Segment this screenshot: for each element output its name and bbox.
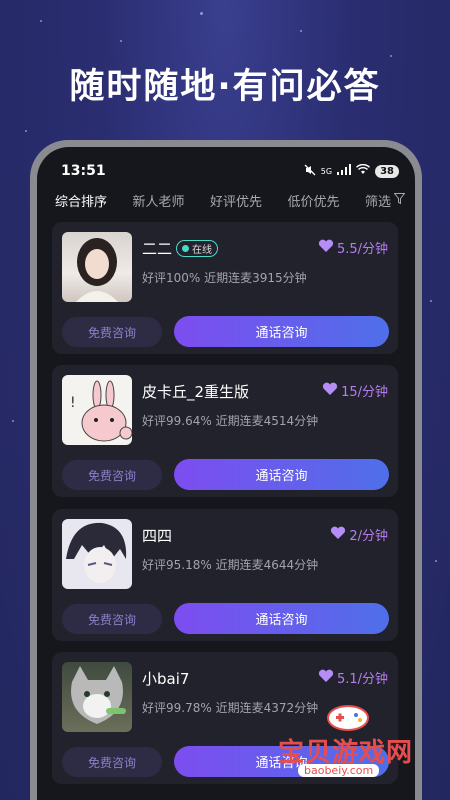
avatar[interactable]: [62, 662, 132, 732]
star-decoration: [200, 12, 203, 15]
gamepad-icon: [326, 702, 370, 736]
price-text: 15/分钟: [341, 385, 388, 400]
tab-top-rated[interactable]: 好评优先: [210, 191, 262, 210]
heart-icon: [322, 382, 338, 400]
star-decoration: [12, 420, 14, 422]
teacher-card[interactable]: 二二 在线 5.5/分钟 好评100% 近期连麦3915分钟 免费咨询 通话咨询: [52, 222, 398, 354]
wifi-icon: [356, 163, 371, 178]
status-time: 13:51: [61, 163, 106, 179]
filter-button[interactable]: 筛选: [364, 191, 406, 210]
call-consult-button[interactable]: 通话咨询: [174, 603, 389, 634]
online-badge: 在线: [176, 240, 219, 257]
price-text: 2/分钟: [349, 529, 388, 544]
price-text: 5.5/分钟: [336, 242, 388, 257]
call-consult-button[interactable]: 通话咨询: [174, 459, 389, 490]
free-consult-button[interactable]: 免费咨询: [62, 604, 162, 634]
free-consult-button[interactable]: 免费咨询: [62, 317, 162, 347]
heart-icon: [318, 669, 334, 687]
star-decoration: [40, 20, 42, 22]
price: 2/分钟: [330, 525, 388, 544]
price: 15/分钟: [322, 381, 388, 400]
teacher-name-row: 小bai7: [142, 668, 189, 689]
price: 5.1/分钟: [318, 668, 388, 687]
watermark-url: baobeiy.com: [298, 764, 380, 777]
status-icons: 5G 38: [304, 163, 399, 179]
online-dot: [182, 245, 190, 252]
free-consult-button[interactable]: 免费咨询: [62, 747, 162, 777]
teacher-name-row: 二二 在线: [142, 238, 219, 259]
teacher-name: 皮卡丘_2重生版: [142, 383, 250, 401]
network-label: 5G: [320, 166, 333, 176]
star-decoration: [390, 55, 392, 57]
teacher-name-row: 四四: [142, 525, 172, 546]
sort-tabs: 综合排序 新人老师 好评优先 低价优先 筛选: [55, 191, 406, 210]
free-consult-button[interactable]: 免费咨询: [62, 460, 162, 490]
price: 5.5/分钟: [318, 238, 388, 257]
star-decoration: [300, 30, 302, 32]
call-consult-button[interactable]: 通话咨询: [174, 316, 389, 347]
heart-icon: [330, 526, 346, 544]
price-text: 5.1/分钟: [336, 672, 388, 687]
teacher-card[interactable]: 四四 2/分钟 好评95.18% 近期连麦4644分钟 免费咨询 通话咨询: [52, 509, 398, 641]
avatar[interactable]: [62, 232, 132, 302]
teacher-stats: 好评99.64% 近期连麦4514分钟: [142, 414, 319, 428]
avatar[interactable]: !: [62, 375, 132, 445]
star-decoration: [120, 40, 122, 42]
promo-headline: 随时随地·有问必答: [69, 67, 381, 107]
avatar[interactable]: [62, 519, 132, 589]
star-decoration: [25, 130, 27, 132]
teacher-name-row: 皮卡丘_2重生版: [142, 381, 249, 402]
teacher-name: 四四: [142, 527, 173, 545]
teacher-stats: 好评95.18% 近期连麦4644分钟: [142, 558, 319, 572]
signal-icon: [337, 164, 352, 178]
online-label: 在线: [192, 245, 213, 256]
tab-overall[interactable]: 综合排序: [55, 191, 107, 210]
battery-indicator: 38: [375, 164, 399, 178]
tab-low-price[interactable]: 低价优先: [287, 191, 339, 210]
filter-icon: [393, 192, 406, 209]
svg-text:!: !: [70, 395, 76, 411]
star-decoration: [435, 560, 437, 562]
teacher-name: 二二: [142, 240, 173, 258]
status-bar: 13:51 5G 38: [61, 161, 399, 181]
filter-label: 筛选: [364, 195, 391, 210]
teacher-name: 小bai7: [142, 670, 190, 688]
mute-icon: [304, 164, 316, 179]
tab-new-teachers[interactable]: 新人老师: [132, 191, 184, 210]
site-watermark: 宝贝游戏网 baobeiy.com: [268, 700, 448, 795]
teacher-stats: 好评100% 近期连麦3915分钟: [142, 271, 307, 285]
teacher-card[interactable]: ! 皮卡丘_2重生版 15/分钟 好评99.64% 近期连麦4514分钟 免费咨…: [52, 365, 398, 497]
star-decoration: [430, 300, 432, 302]
heart-icon: [318, 239, 334, 257]
